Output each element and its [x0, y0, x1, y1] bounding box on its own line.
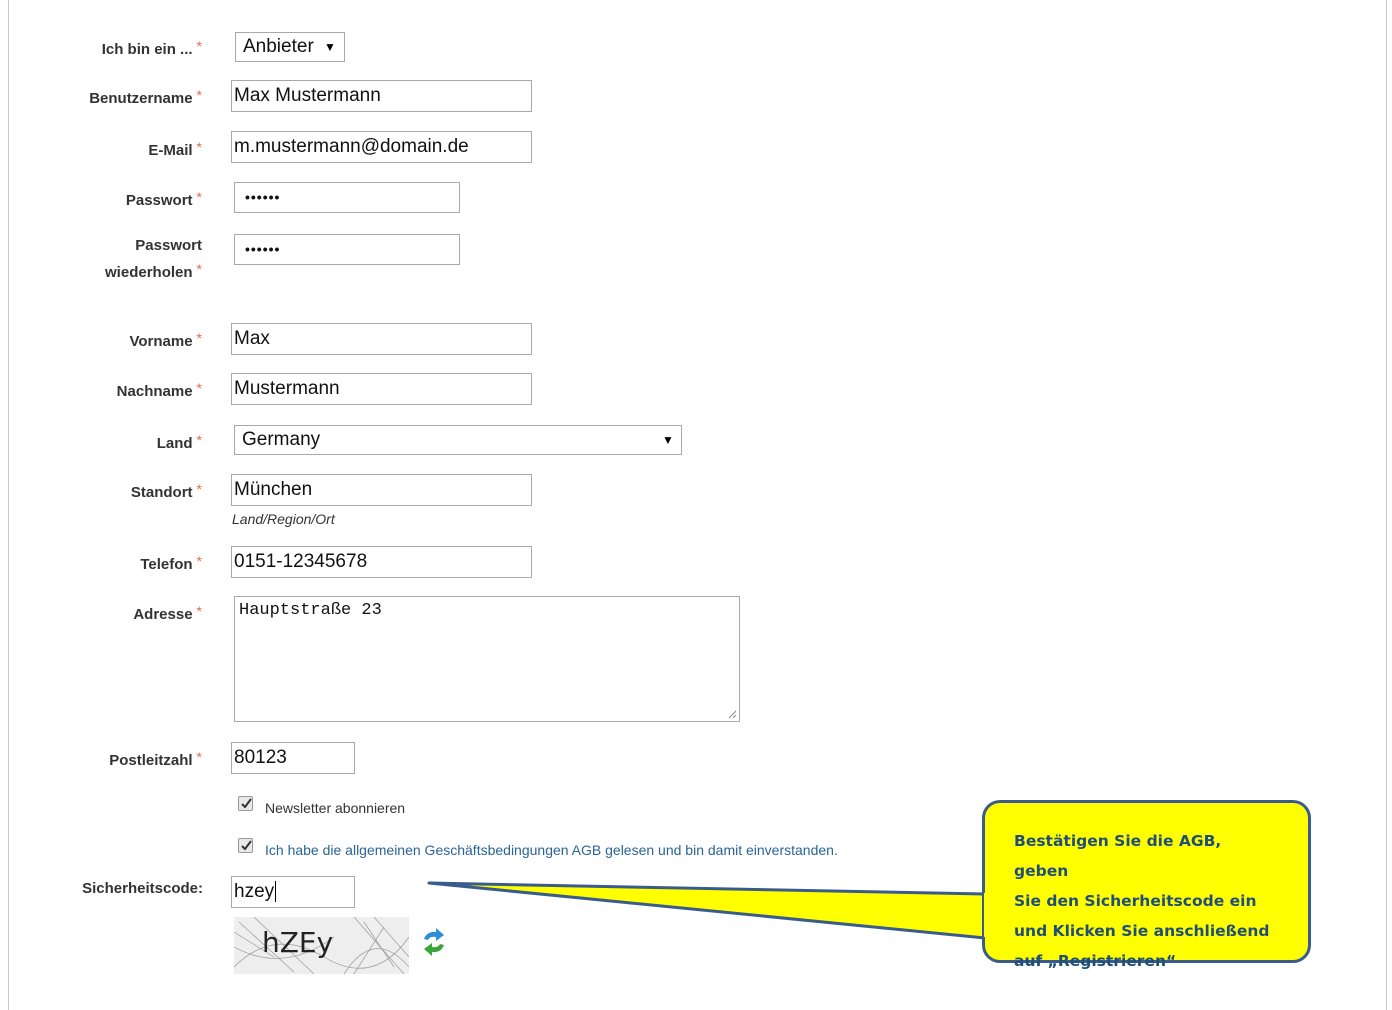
callout-line-2: Sie den Sicherheitscode ein	[1014, 892, 1257, 910]
callout-line-3: und Klicken Sie anschließend	[1014, 922, 1270, 940]
callout-line-4: auf „Registrieren“	[1014, 952, 1177, 970]
callout-line-1: Bestätigen Sie die AGB, geben	[1014, 832, 1222, 880]
instruction-callout: Bestätigen Sie die AGB, geben Sie den Si…	[982, 800, 1311, 970]
